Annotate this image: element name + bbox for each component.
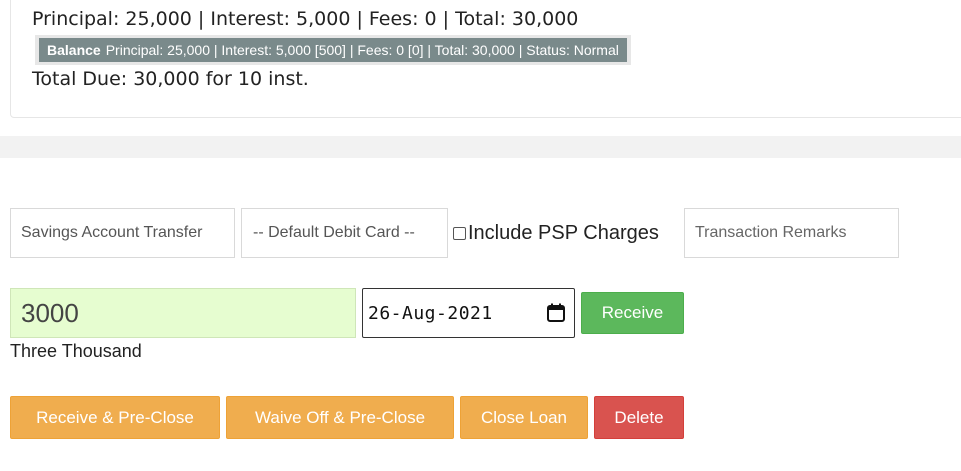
amount-in-words: Three Thousand	[10, 341, 142, 361]
debit-card-select[interactable]: -- Default Debit Card --	[241, 208, 448, 258]
psp-charges-label: Include PSP Charges	[468, 222, 659, 244]
date-value: 26-Aug-2021	[368, 302, 493, 324]
psp-charges-checkbox[interactable]	[453, 227, 466, 240]
payment-mode-select[interactable]: Savings Account Transfer	[10, 208, 235, 258]
amount-input[interactable]: 3000	[10, 288, 356, 338]
principal-summary: Principal: 25,000 | Interest: 5,000 | Fe…	[32, 8, 579, 30]
balance-text: Principal: 25,000 | Interest: 5,000 [500…	[105, 42, 619, 58]
balance-container: Balance Principal: 25,000 | Interest: 5,…	[35, 35, 631, 65]
section-divider	[0, 136, 961, 158]
balance-badge: Balance Principal: 25,000 | Interest: 5,…	[39, 38, 627, 62]
transaction-remarks-input[interactable]: Transaction Remarks	[684, 208, 899, 258]
balance-label: Balance	[47, 42, 101, 58]
date-input[interactable]: 26-Aug-2021	[362, 288, 575, 338]
delete-button[interactable]: Delete	[594, 396, 684, 439]
psp-charges-option[interactable]: Include PSP Charges	[453, 222, 659, 245]
close-loan-button[interactable]: Close Loan	[460, 396, 588, 439]
waive-off-preclose-button[interactable]: Waive Off & Pre-Close	[226, 396, 454, 439]
receive-button[interactable]: Receive	[581, 292, 684, 334]
calendar-icon[interactable]	[546, 303, 566, 323]
total-due: Total Due: 30,000 for 10 inst.	[32, 68, 309, 90]
receive-preclose-button[interactable]: Receive & Pre-Close	[10, 396, 220, 439]
